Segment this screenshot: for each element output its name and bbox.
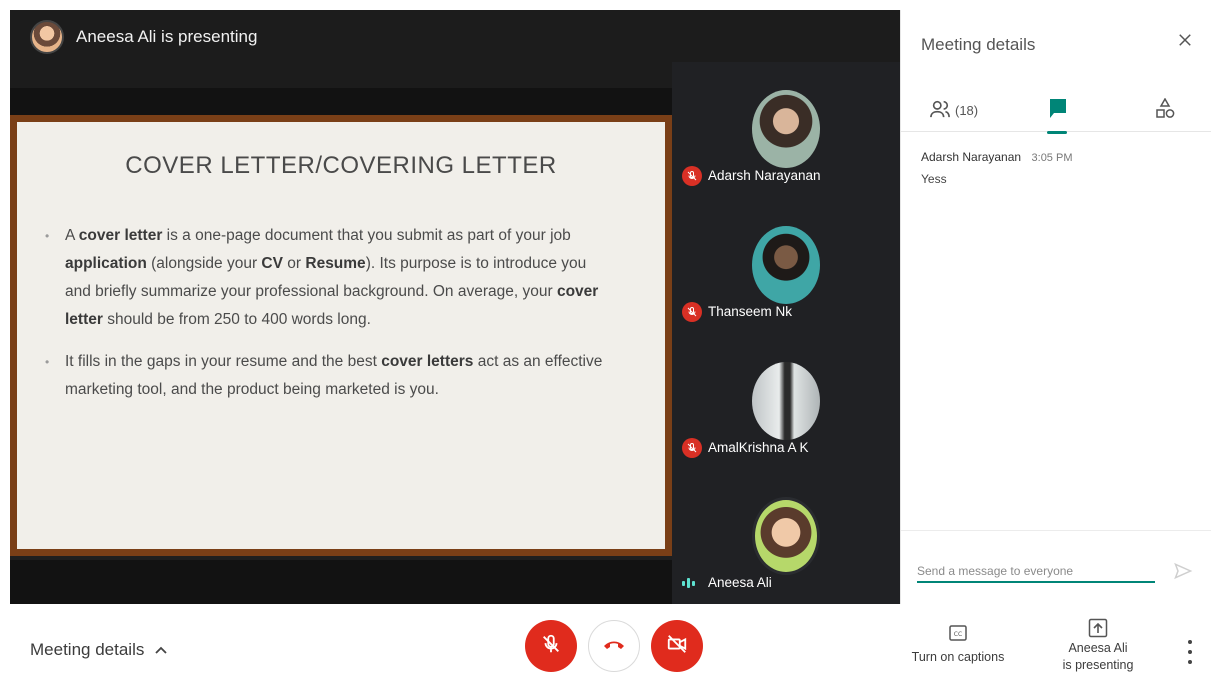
- captions-label: Turn on captions: [911, 650, 1005, 664]
- bold-text: Resume: [305, 255, 366, 272]
- bold-text: CV: [261, 255, 283, 272]
- mic-off-icon: [682, 302, 702, 322]
- slide-bullet-2: • It fills in the gaps in your resume an…: [45, 348, 605, 404]
- meeting-details-button[interactable]: Meeting details: [30, 640, 168, 660]
- text-segment: is a one-page document that you submit a…: [162, 227, 571, 244]
- chat-sender: Adarsh Narayanan: [921, 150, 1022, 164]
- camera-toggle-button[interactable]: [651, 620, 703, 672]
- slide-bullets: • A cover letter is a one-page document …: [45, 222, 605, 418]
- mic-off-icon: [682, 166, 702, 186]
- chat-messages: Adarsh Narayanan 3:05 PM Yess: [921, 148, 1201, 186]
- text-segment: should be from 250 to 400 words long.: [102, 311, 371, 328]
- cc-icon: CC: [908, 622, 1008, 644]
- slide-bullet-1-text: A cover letter is a one-page document th…: [65, 222, 605, 334]
- meet-window: Aneesa Ali is presenting COVER LETTER/CO…: [0, 0, 1211, 693]
- letterbox-bottom: [10, 560, 672, 604]
- chat-message-text: Yess: [921, 172, 947, 186]
- speaking-indicator-icon: [682, 576, 702, 590]
- participant-tile[interactable]: Adarsh Narayanan: [672, 62, 900, 197]
- send-icon[interactable]: [1173, 561, 1195, 583]
- participant-name: AmalKrishna A K: [708, 440, 809, 455]
- svg-text:CC: CC: [954, 631, 962, 638]
- chat-time: 3:05 PM: [1031, 152, 1073, 164]
- leave-call-button[interactable]: [588, 620, 640, 672]
- participant-tile[interactable]: AmalKrishna A K: [672, 334, 900, 469]
- text-segment: It fills in the gaps in your resume and …: [65, 353, 382, 370]
- mic-off-icon: [682, 438, 702, 458]
- text-segment: (alongside your: [146, 255, 262, 272]
- slide-bullet-1: • A cover letter is a one-page document …: [45, 222, 605, 334]
- slide-frame: COVER LETTER/COVERING LETTER • A cover l…: [10, 115, 672, 556]
- bullet-dot: •: [45, 229, 50, 243]
- present-icon: [1050, 616, 1146, 640]
- camera-off-icon: [666, 633, 688, 660]
- slide-bullet-2-text: It fills in the gaps in your resume and …: [65, 348, 605, 404]
- panel-title: Meeting details: [921, 35, 1036, 54]
- panel-tabs: (18): [901, 88, 1211, 134]
- participant-name: Adarsh Narayanan: [708, 168, 821, 183]
- presenter-avatar: [30, 20, 64, 54]
- slide: COVER LETTER/COVERING LETTER • A cover l…: [17, 122, 665, 549]
- chat-input[interactable]: [917, 561, 1155, 583]
- bold-text: cover letters: [381, 353, 474, 370]
- participant-tile[interactable]: Thanseem Nk: [672, 198, 900, 333]
- participant-name: Thanseem Nk: [708, 304, 793, 319]
- participant-name: Aneesa Ali: [708, 575, 772, 590]
- tab-chat[interactable]: [1047, 88, 1067, 134]
- presenting-line1: Aneesa Ali: [1068, 641, 1128, 655]
- participant-tiles: Adarsh Narayanan Thanseem Nk AmalKrishna…: [672, 62, 900, 604]
- presenter-banner: Aneesa Ali is presenting: [30, 20, 257, 54]
- presenting-line2: is presenting: [1062, 658, 1134, 672]
- presenter-banner-text: Aneesa Ali is presenting: [76, 27, 258, 46]
- bullet-dot: •: [45, 355, 50, 369]
- participant-video: [752, 362, 820, 440]
- shapes-icon: [1155, 96, 1175, 123]
- text-segment: or: [282, 255, 306, 272]
- mic-off-icon: [540, 633, 562, 660]
- presenting-status-button[interactable]: Aneesa Ali is presenting: [1050, 616, 1146, 674]
- text-segment: A: [65, 227, 79, 244]
- chat-composer: [901, 530, 1211, 604]
- close-icon[interactable]: [1173, 30, 1197, 54]
- tab-activities[interactable]: [1155, 88, 1175, 132]
- captions-button[interactable]: CC Turn on captions: [908, 622, 1008, 664]
- people-count: (18): [955, 102, 979, 118]
- presentation-stage: Aneesa Ali is presenting COVER LETTER/CO…: [10, 10, 900, 604]
- tab-people[interactable]: (18): [929, 88, 978, 132]
- chat-message: Adarsh Narayanan 3:05 PM Yess: [921, 148, 1201, 186]
- bold-text: cover letter: [78, 227, 163, 244]
- bold-text: application: [65, 255, 147, 272]
- more-options-icon[interactable]: [1180, 640, 1200, 664]
- bottom-toolbar: Meeting details CC Turn on captions Anee…: [0, 604, 1211, 693]
- participant-video: [752, 226, 820, 304]
- slide-title: COVER LETTER/COVERING LETTER: [125, 152, 557, 179]
- participant-video: [752, 90, 820, 168]
- meeting-details-panel: Meeting details (18) Adarsh Narayanan 3:…: [900, 10, 1211, 604]
- microphone-toggle-button[interactable]: [525, 620, 577, 672]
- chat-icon: [1049, 98, 1067, 123]
- hang-up-icon: [602, 637, 626, 656]
- people-icon: [929, 99, 951, 122]
- participant-video: [752, 497, 820, 575]
- participant-tile[interactable]: Aneesa Ali: [672, 469, 900, 604]
- meeting-details-label: Meeting details: [30, 640, 145, 659]
- chevron-up-icon: [154, 640, 168, 660]
